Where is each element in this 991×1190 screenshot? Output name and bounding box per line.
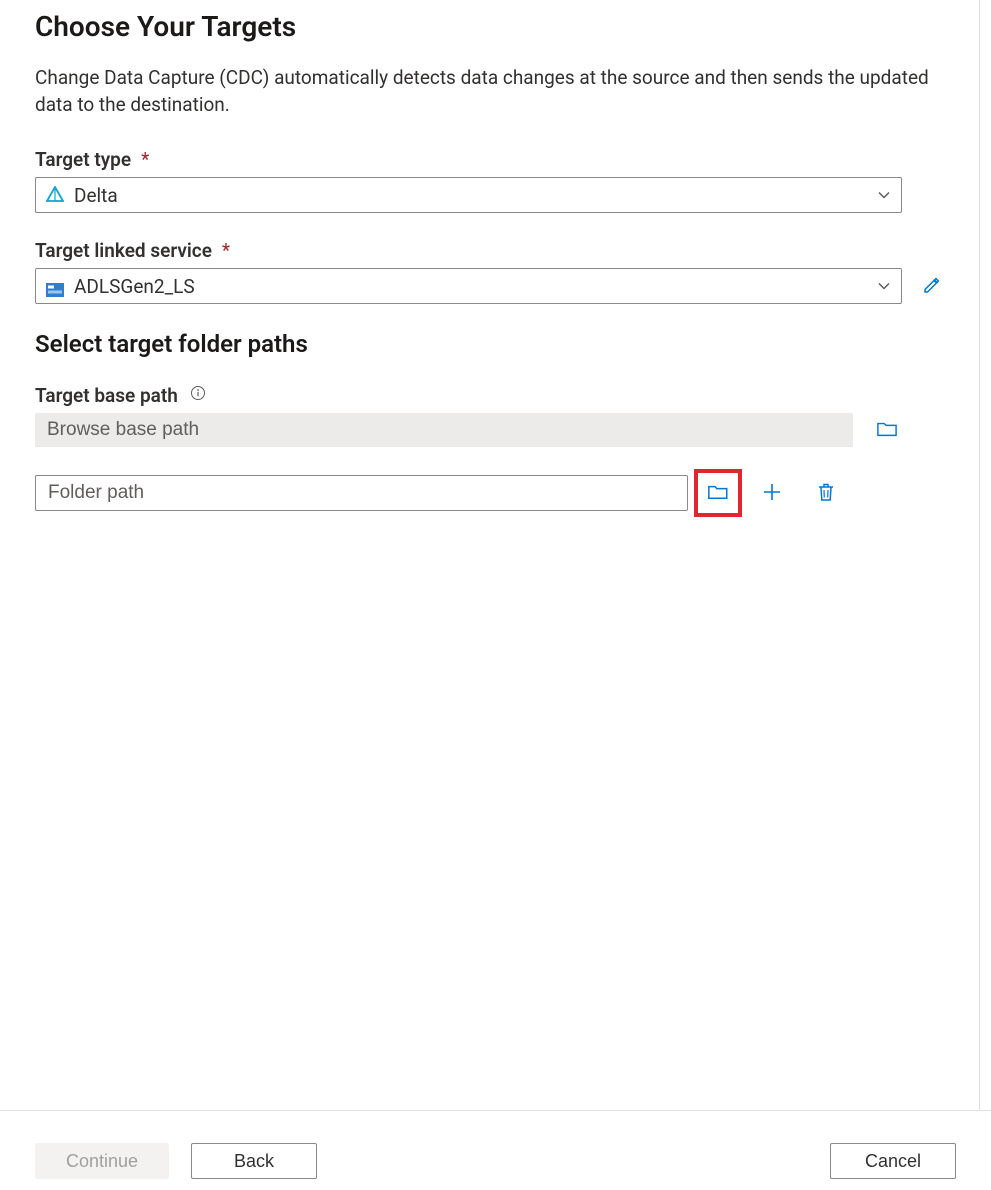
linked-service-label: Target linked service (35, 239, 212, 262)
target-type-field: Target type * Delta (35, 148, 949, 213)
info-icon[interactable] (190, 385, 206, 401)
required-marker: * (141, 148, 149, 171)
folder-icon (708, 482, 728, 505)
linked-service-dropdown[interactable]: ADLSGen2_LS (35, 268, 902, 304)
browse-folder-highlight (694, 469, 742, 517)
delete-folder-path-button[interactable] (810, 477, 842, 509)
folder-paths-section-title: Select target folder paths (35, 330, 949, 358)
continue-button: Continue (35, 1143, 169, 1179)
back-button[interactable]: Back (191, 1143, 317, 1179)
base-path-label: Target base path (35, 384, 178, 407)
edit-linked-service-button[interactable] (916, 270, 948, 302)
trash-icon (816, 482, 836, 505)
storage-icon (46, 279, 64, 293)
plus-icon (762, 482, 782, 505)
folder-path-input[interactable] (35, 475, 688, 511)
browse-base-path-button[interactable] (871, 414, 903, 446)
delta-icon (46, 184, 64, 207)
linked-service-value: ADLSGen2_LS (74, 275, 877, 298)
target-type-label: Target type (35, 148, 131, 171)
target-type-value: Delta (74, 184, 877, 207)
chevron-down-icon (877, 275, 891, 298)
browse-folder-path-button[interactable] (702, 475, 734, 511)
footer: Continue Back Cancel (0, 1110, 991, 1190)
folder-icon (877, 419, 897, 442)
page-title: Choose Your Targets (35, 10, 949, 43)
base-path-input[interactable] (35, 413, 853, 447)
chevron-down-icon (877, 184, 891, 207)
target-type-dropdown[interactable]: Delta (35, 177, 902, 213)
page-description: Change Data Capture (CDC) automatically … (35, 65, 935, 118)
linked-service-field: Target linked service * ADLSGen2_LS (35, 239, 949, 304)
add-folder-path-button[interactable] (756, 477, 788, 509)
pencil-icon (922, 275, 942, 298)
cancel-button[interactable]: Cancel (830, 1143, 956, 1179)
required-marker: * (222, 239, 230, 262)
